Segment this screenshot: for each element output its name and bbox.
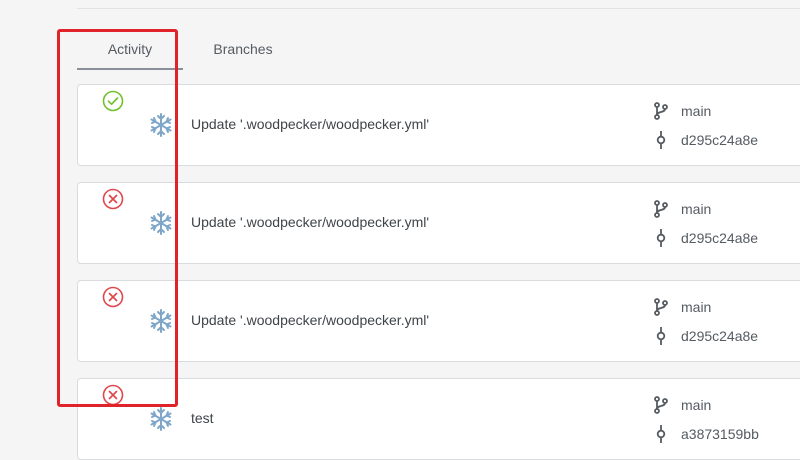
git-commit-icon — [656, 229, 666, 247]
git-branch-icon — [654, 298, 668, 316]
commit-sha: d295c24a8e — [681, 132, 759, 148]
check-circle-icon — [102, 90, 124, 112]
git-commit-icon — [656, 327, 666, 345]
snowflake-icon — [150, 407, 172, 431]
snowflake-icon — [150, 113, 172, 137]
git-commit-icon — [656, 425, 666, 443]
git-commit-icon — [656, 131, 666, 149]
commit-sha: d295c24a8e — [681, 230, 759, 246]
tab-bar: Activity Branches — [77, 30, 800, 70]
snowflake-icon — [150, 309, 172, 333]
commit-message: test — [191, 410, 214, 426]
branch-name: main — [681, 397, 712, 413]
commit-sha: a3873159bb — [681, 426, 759, 442]
git-branch-icon — [654, 102, 668, 120]
git-branch-icon — [654, 396, 668, 414]
commit-sha: d295c24a8e — [681, 328, 759, 344]
pipeline-row[interactable]: Update '.woodpecker/woodpecker.yml' main… — [77, 280, 800, 362]
snowflake-icon — [150, 211, 172, 235]
tab-branches[interactable]: Branches — [197, 30, 289, 68]
commit-message: Update '.woodpecker/woodpecker.yml' — [191, 116, 430, 132]
tab-activity[interactable]: Activity — [77, 30, 183, 70]
branch-name: main — [681, 299, 712, 315]
branch-name: main — [681, 201, 712, 217]
x-circle-icon — [102, 384, 124, 406]
branch-name: main — [681, 103, 712, 119]
pipeline-row[interactable]: test main a3873159bb — [77, 378, 800, 460]
x-circle-icon — [102, 188, 124, 210]
pipeline-row[interactable]: Update '.woodpecker/woodpecker.yml' main… — [77, 84, 800, 166]
pipeline-row[interactable]: Update '.woodpecker/woodpecker.yml' main… — [77, 182, 800, 264]
git-branch-icon — [654, 200, 668, 218]
commit-message: Update '.woodpecker/woodpecker.yml' — [191, 312, 430, 328]
x-circle-icon — [102, 286, 124, 308]
commit-message: Update '.woodpecker/woodpecker.yml' — [191, 214, 430, 230]
top-divider — [77, 8, 800, 9]
